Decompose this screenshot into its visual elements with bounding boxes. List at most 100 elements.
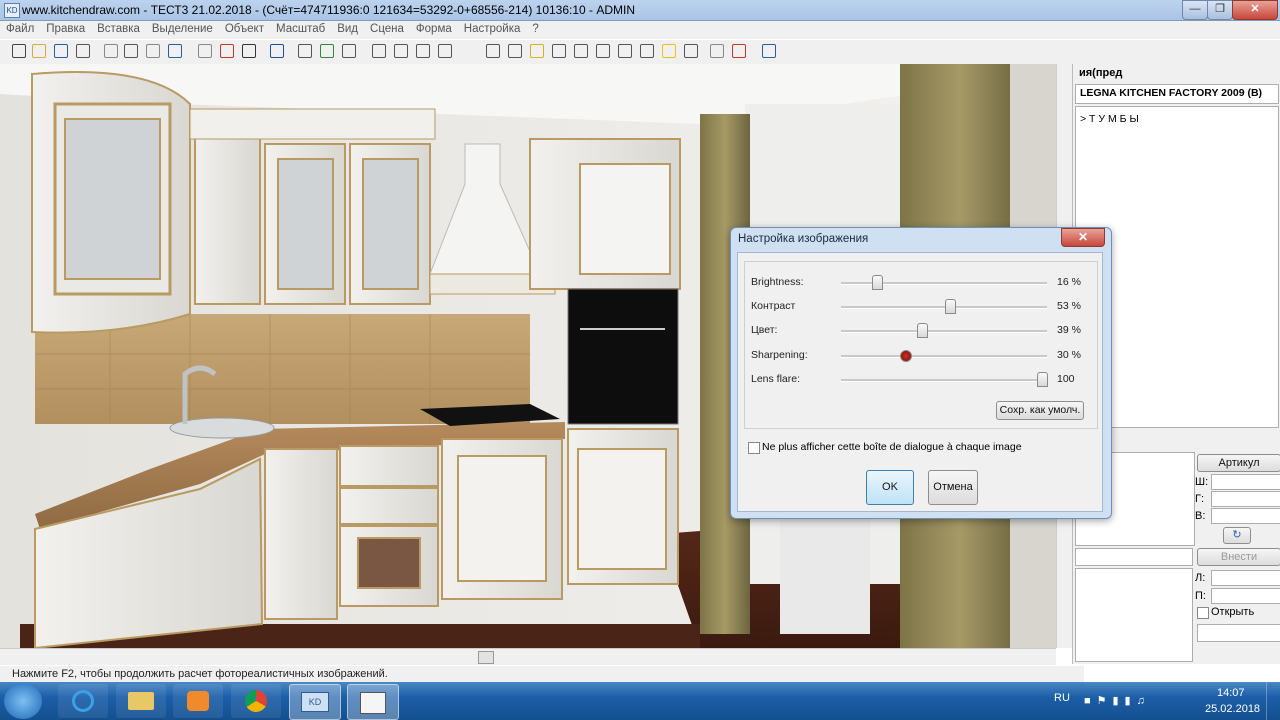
elevation-icon[interactable]	[508, 44, 522, 58]
menu-item-8[interactable]: Форма	[410, 21, 458, 35]
insert-button[interactable]: Внести	[1197, 548, 1280, 566]
slider-thumb-0[interactable]	[872, 275, 883, 290]
open-checkbox-label: Открыть	[1211, 606, 1255, 618]
slider-label-3: Sharpening:	[751, 349, 808, 361]
explorer-icon[interactable]	[116, 684, 166, 718]
menu-bar: Файл Правка Вставка Выделение Объект Масштаб В…	[0, 21, 1280, 39]
slider-track-2[interactable]	[841, 330, 1047, 333]
depth-field[interactable]	[1211, 491, 1280, 507]
left-field[interactable]	[1211, 570, 1280, 586]
menu-item-6[interactable]: Вид	[331, 21, 364, 35]
menu-item-0[interactable]: Файл	[0, 21, 40, 35]
export-icon[interactable]	[732, 44, 746, 58]
maximize-button[interactable]: ❐	[1207, 0, 1233, 20]
slider-value-4: 100	[1057, 373, 1075, 385]
front-view-icon[interactable]	[552, 44, 566, 58]
move-icon[interactable]	[298, 44, 312, 58]
perspective-icon[interactable]	[618, 44, 632, 58]
right-label: П:	[1195, 590, 1206, 602]
clock-date[interactable]: 25.02.2018	[1205, 703, 1260, 715]
language-indicator[interactable]: RU	[1054, 692, 1070, 704]
cut-icon[interactable]	[104, 44, 118, 58]
slider-label-0: Brightness:	[751, 276, 804, 288]
menu-item-7[interactable]: Сцена	[364, 21, 410, 35]
width-field[interactable]	[1211, 474, 1280, 490]
paste-icon[interactable]	[146, 44, 160, 58]
slider-thumb-1[interactable]	[945, 299, 956, 314]
slider-thumb-4[interactable]	[1037, 372, 1048, 387]
slider-track-1[interactable]	[841, 306, 1047, 309]
cancel-button[interactable]: Отмена	[928, 470, 978, 505]
open-select[interactable]	[1197, 624, 1280, 642]
right-field[interactable]	[1211, 588, 1280, 604]
light-icon[interactable]	[684, 44, 698, 58]
ruler-icon[interactable]	[342, 44, 356, 58]
title-bar: KD www.kitchendraw.com - ТЕСТ3 21.02.201…	[0, 0, 1280, 21]
camera-icon[interactable]	[640, 44, 654, 58]
info-icon[interactable]	[270, 44, 284, 58]
refresh-button[interactable]: ↻	[1223, 527, 1251, 544]
rotate-icon[interactable]	[320, 44, 334, 58]
menu-item-4[interactable]: Объект	[219, 21, 270, 35]
minimize-button[interactable]: —	[1182, 0, 1208, 20]
ok-button[interactable]: OK	[866, 470, 914, 505]
menu-item-1[interactable]: Правка	[40, 21, 91, 35]
box-icon[interactable]	[530, 44, 544, 58]
panel-tab[interactable]: ия(пред	[1079, 67, 1122, 79]
menu-item-10[interactable]: ?	[526, 21, 544, 35]
close-window-button[interactable]: ✕	[1232, 0, 1278, 20]
zoom-in-icon[interactable]	[372, 44, 386, 58]
slider-track-3[interactable]	[841, 355, 1047, 358]
category-item[interactable]: > Т У М Б Ы	[1080, 113, 1139, 125]
tools-icon[interactable]	[710, 44, 724, 58]
3d-view-icon[interactable]	[596, 44, 610, 58]
menu-item-3[interactable]: Выделение	[146, 21, 219, 35]
slider-value-1: 53 %	[1057, 300, 1081, 312]
slider-track-4[interactable]	[841, 379, 1047, 382]
new-icon[interactable]	[12, 44, 26, 58]
zoom-fit-icon[interactable]	[416, 44, 430, 58]
word-icon[interactable]	[762, 44, 776, 58]
left-label: Л:	[1195, 572, 1206, 584]
side-view-icon[interactable]	[574, 44, 588, 58]
kitchendraw-icon[interactable]: KD	[289, 684, 341, 720]
media-player-icon[interactable]	[173, 684, 223, 718]
menu-item-9[interactable]: Настройка	[458, 21, 527, 35]
open-icon[interactable]	[32, 44, 46, 58]
show-desktop-button[interactable]	[1266, 682, 1280, 720]
undo-icon[interactable]	[168, 44, 182, 58]
delete-icon[interactable]	[220, 44, 234, 58]
save-default-button[interactable]: Сохр. как умолч.	[996, 401, 1084, 420]
variant-select[interactable]	[1075, 548, 1193, 566]
close-icon[interactable]: ✕	[1061, 228, 1105, 247]
open-checkbox[interactable]	[1197, 607, 1209, 619]
render-icon[interactable]	[662, 44, 676, 58]
catalog-select[interactable]: LEGNA KITCHEN FACTORY 2009 (B)	[1075, 84, 1279, 104]
menu-item-5[interactable]: Масштаб	[270, 21, 331, 35]
article-button[interactable]: Артикул	[1197, 454, 1280, 472]
height-field[interactable]	[1211, 508, 1280, 524]
save-icon[interactable]	[54, 44, 68, 58]
plan-view-icon[interactable]	[486, 44, 500, 58]
copy-icon[interactable]	[124, 44, 138, 58]
dont-show-checkbox[interactable]	[748, 442, 760, 454]
window-preview-icon[interactable]	[347, 684, 399, 720]
print-icon[interactable]	[76, 44, 90, 58]
catalog-name: LEGNA KITCHEN FACTORY 2009 (B)	[1080, 87, 1263, 99]
tray-icons[interactable]: ■⚑▮▮♫	[1084, 694, 1194, 708]
image-settings-dialog: Настройка изображения ✕ Brightness: 16 % К…	[730, 227, 1112, 519]
horizontal-scroll-thumb[interactable]	[478, 651, 494, 664]
dialog-title: Настройка изображения	[738, 233, 869, 245]
measure-icon[interactable]	[242, 44, 256, 58]
slider-thumb-2[interactable]	[917, 323, 928, 338]
clock-time[interactable]: 14:07	[1217, 687, 1245, 699]
zoom-window-icon[interactable]	[438, 44, 452, 58]
place-icon[interactable]	[198, 44, 212, 58]
menu-item-2[interactable]: Вставка	[91, 21, 146, 35]
zoom-out-icon[interactable]	[394, 44, 408, 58]
ie-icon[interactable]	[58, 684, 108, 718]
horizontal-scrollbar[interactable]	[0, 648, 1056, 665]
start-button[interactable]	[4, 683, 42, 719]
slider-thumb-3[interactable]	[900, 350, 912, 362]
chrome-icon[interactable]	[231, 684, 281, 718]
